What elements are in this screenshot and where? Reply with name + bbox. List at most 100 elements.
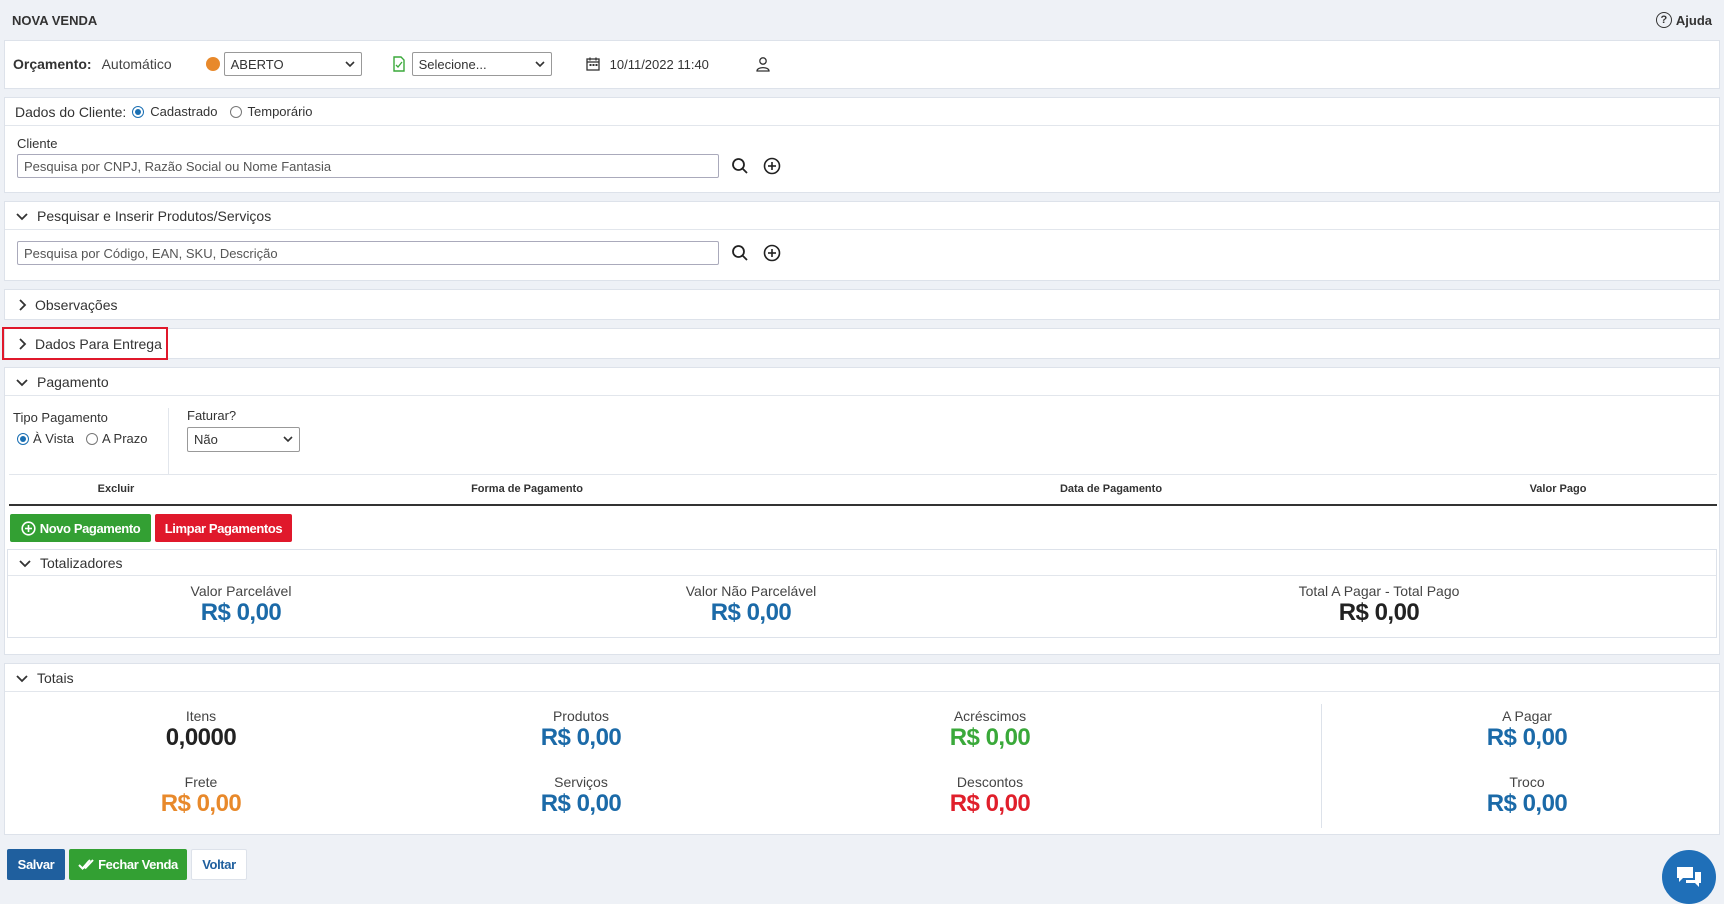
entrega-header[interactable]: Dados Para Entrega [5,329,1719,358]
radio-avista-label: À Vista [33,431,74,446]
top-bar: NOVA VENDA ? Ajuda [0,0,1724,40]
faturar-group: Faturar? Não [169,408,300,474]
produtos-title: Pesquisar e Inserir Produtos/Serviços [37,207,272,224]
plus-circle-icon [21,520,36,536]
valor-nao-parcelavel-value: R$ 0,00 [710,599,792,626]
acrescimos-label: Acréscimos [953,708,1027,724]
cliente-panel: Dados do Cliente: Cadastrado Temporário … [4,97,1720,193]
calendar-icon[interactable] [585,57,600,71]
chevron-down-icon [535,57,545,72]
back-button[interactable]: Voltar [191,849,247,880]
total-a-pagar-pago-label: Total A Pagar - Total Pago [1298,583,1460,599]
status-dot [205,57,220,71]
double-check-icon [78,858,94,872]
payments-table-header: Excluir Forma de Pagamento Data de Pagam… [9,474,1717,506]
troco-value: R$ 0,00 [1486,790,1568,817]
search-icon[interactable] [729,155,751,177]
produtos-label: Produtos [552,708,610,724]
observacoes-header[interactable]: Observações [5,290,1719,319]
chat-icon [1674,864,1704,890]
frete-value: R$ 0,00 [160,790,242,817]
servicos-label: Serviços [554,774,608,790]
save-label: Salvar [17,857,55,872]
valor-nao-parcelavel-label: Valor Não Parcelável [685,583,817,599]
help-button[interactable]: ? Ajuda [1655,12,1712,28]
clear-payments-button[interactable]: Limpar Pagamentos [155,514,292,542]
produtos-value: R$ 0,00 [540,724,622,751]
totais-troco: Troco R$ 0,00 [1427,774,1627,818]
new-payment-button[interactable]: Novo Pagamento [10,514,151,542]
search-icon[interactable] [729,242,751,264]
radio-temporario[interactable] [229,105,242,118]
col-data-pagamento: Data de Pagamento [1059,483,1163,495]
col-valor-pago: Valor Pago [1529,483,1587,495]
totais-title: Totais [37,669,74,686]
radio-temporario-label: Temporário [247,104,313,119]
orcamento-label: Orçamento: [13,56,92,72]
servicos-value: R$ 0,00 [540,790,622,817]
totalizadores-panel: Totalizadores Valor Parcelável R$ 0,00 V… [7,549,1717,638]
datetime-value[interactable]: 10/11/2022 11:40 [610,57,709,72]
close-sale-label: Fechar Venda [98,857,178,872]
totalizadores-header[interactable]: Totalizadores [8,550,1716,576]
orcamento-mode: Automático [101,56,172,72]
clear-payments-label: Limpar Pagamentos [164,520,283,536]
user-icon[interactable] [755,56,771,72]
pagamento-header[interactable]: Pagamento [5,368,1719,396]
status-select-value: ABERTO [230,56,284,72]
frete-label: Frete [184,774,218,790]
cliente-field-label: Cliente [17,136,58,151]
valor-parcelavel-label: Valor Parcelável [190,583,292,599]
col-forma-pagamento: Forma de Pagamento [471,483,583,495]
new-payment-label: Novo Pagamento [39,520,141,536]
add-circle-icon[interactable] [761,242,783,264]
totais-servicos: Serviços R$ 0,00 [481,774,681,818]
produtos-header[interactable]: Pesquisar e Inserir Produtos/Serviços [5,202,1719,230]
chat-button[interactable] [1662,850,1716,904]
faturar-select[interactable]: Não [187,427,300,452]
descontos-label: Descontos [956,774,1024,790]
totais-descontos: Descontos R$ 0,00 [890,774,1090,818]
add-circle-icon[interactable] [761,155,783,177]
pagamento-title: Pagamento [37,373,109,390]
totais-frete: Frete R$ 0,00 [101,774,301,818]
tipo-pagamento-label: Tipo Pagamento [13,410,108,425]
orcamento-panel: Orçamento: Automático ABERTO Selecione..… [4,40,1720,89]
status-select[interactable]: ABERTO [223,52,362,76]
radio-cadastrado-label: Cadastrado [150,104,218,119]
help-icon: ? [1655,12,1672,28]
cliente-header: Dados do Cliente: Cadastrado Temporário [5,98,1719,126]
totais-acrescimos: Acréscimos R$ 0,00 [890,708,1090,752]
radio-aprazo-label: A Prazo [101,431,148,446]
help-label: Ajuda [1675,12,1712,28]
page-title: NOVA VENDA [12,12,98,28]
total-a-pagar-pago-value: R$ 0,00 [1338,599,1420,626]
close-sale-button[interactable]: Fechar Venda [69,849,187,880]
observacoes-title: Observações [35,296,118,313]
descontos-value: R$ 0,00 [949,790,1031,817]
totais-panel: Totais Itens 0,0000 Frete R$ 0,00 Produt… [4,663,1720,835]
totais-a-pagar: A Pagar R$ 0,00 [1427,708,1627,752]
totais-header[interactable]: Totais [5,664,1719,692]
a-pagar-label: A Pagar [1502,708,1552,724]
troco-label: Troco [1509,774,1545,790]
acrescimos-value: R$ 0,00 [949,724,1031,751]
chevron-down-icon [15,209,29,223]
pagamento-panel: Pagamento Tipo Pagamento À Vista A Prazo… [4,367,1720,655]
save-button[interactable]: Salvar [7,849,65,880]
chevron-down-icon [345,57,355,72]
radio-cadastrado[interactable] [132,105,145,118]
chevron-down-icon [18,556,32,570]
produtos-panel: Pesquisar e Inserir Produtos/Serviços Pe… [4,201,1720,281]
faturar-select-value: Não [194,432,218,447]
cliente-section-label: Dados do Cliente: [15,103,127,120]
document-select[interactable]: Selecione... [411,52,552,76]
totais-itens: Itens 0,0000 [101,708,301,752]
cliente-search-input[interactable]: Pesquisa por CNPJ, Razão Social ou Nome … [17,154,719,178]
observacoes-panel: Observações [4,289,1720,320]
radio-avista[interactable] [17,432,29,445]
document-select-value: Selecione... [418,56,487,72]
radio-aprazo[interactable] [85,432,98,445]
produtos-search-input[interactable]: Pesquisa por Código, EAN, SKU, Descrição [17,241,719,265]
totais-divider [1321,704,1322,828]
